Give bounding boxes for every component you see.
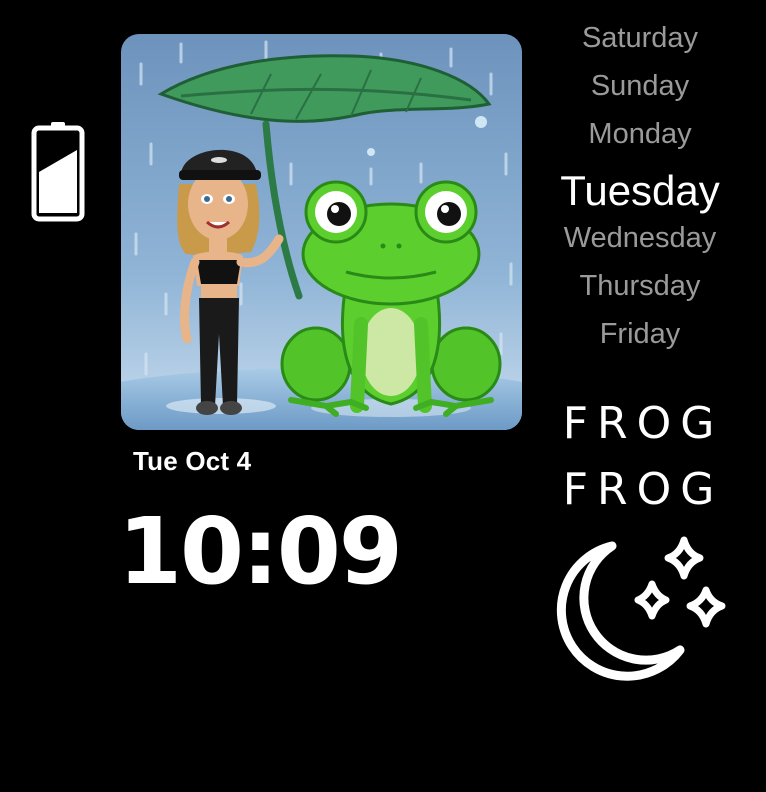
weekday-item: Monday — [588, 118, 692, 150]
weekday-item-current: Tuesday — [560, 167, 720, 214]
weekday-list: Saturday Sunday Monday Tuesday Wednesday… — [540, 18, 740, 362]
text-complication-2[interactable]: FROG — [548, 464, 738, 515]
text-complication-1[interactable]: FROG — [548, 398, 738, 449]
moon-stars-icon[interactable] — [552, 534, 728, 684]
weekday-item: Friday — [599, 318, 681, 350]
photo-complication[interactable] — [121, 34, 522, 430]
battery-icon — [31, 122, 85, 222]
weekday-item: Wednesday — [563, 222, 717, 254]
weekday-item: Sunday — [590, 70, 690, 102]
weekday-item: Thursday — [579, 270, 701, 302]
time-display[interactable]: 10:09 — [118, 506, 403, 598]
date-label: Tue Oct 4 — [133, 446, 252, 476]
frog-and-girl-illustration — [121, 34, 522, 430]
weekday-item: Saturday — [581, 22, 699, 54]
